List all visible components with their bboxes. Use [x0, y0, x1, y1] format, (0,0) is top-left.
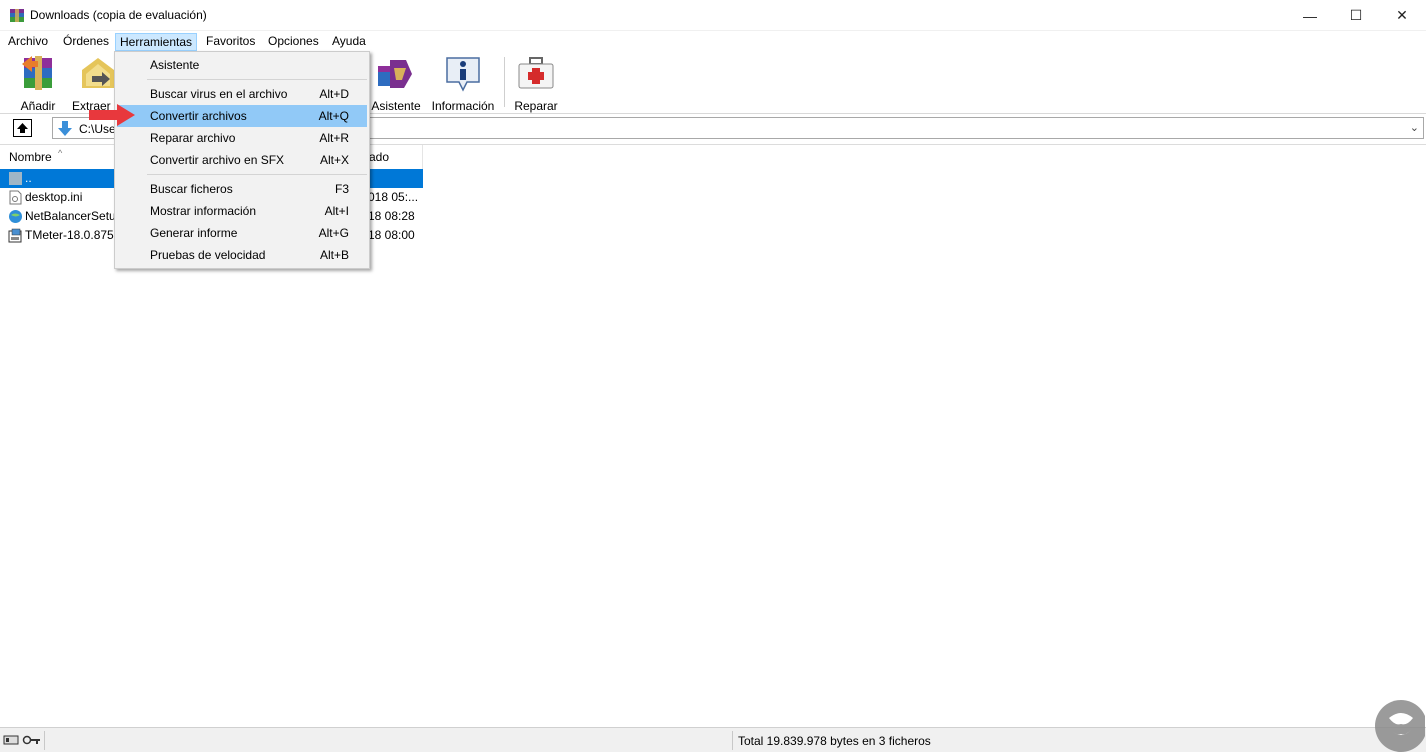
folder-up-icon — [9, 172, 22, 185]
wizard-button[interactable]: Asistente — [368, 54, 424, 113]
drive-key-icon — [3, 735, 40, 745]
tools-menu: Asistente Buscar virus en el archivo Alt… — [114, 51, 370, 269]
repair-button[interactable]: Reparar — [510, 54, 562, 113]
menu-item-asistente[interactable]: Asistente — [117, 54, 367, 76]
setup-globe-icon — [9, 210, 22, 223]
status-divider — [44, 731, 45, 750]
repair-icon — [518, 57, 554, 89]
menu-separator — [147, 79, 367, 80]
status-summary: Total 19.839.978 bytes en 3 ficheros — [738, 734, 931, 748]
menu-item-reparar-archivo[interactable]: Reparar archivo Alt+R — [117, 127, 367, 149]
menu-item-buscar-ficheros[interactable]: Buscar ficheros F3 — [117, 178, 367, 200]
watermark-logo-icon — [1375, 700, 1425, 752]
download-arrow-icon — [58, 121, 72, 136]
window-title: Downloads (copia de evaluación) — [30, 8, 207, 22]
info-icon — [446, 57, 480, 92]
menu-separator — [147, 174, 367, 175]
up-folder-button[interactable] — [13, 119, 32, 137]
chevron-down-icon[interactable]: ⌄ — [1410, 121, 1419, 134]
menu-item-mostrar-informacion[interactable]: Mostrar información Alt+I — [117, 200, 367, 222]
ini-file-icon — [9, 190, 22, 205]
wizard-icon — [378, 60, 412, 88]
menu-favoritos[interactable]: Favoritos — [202, 33, 259, 51]
winrar-app-icon[interactable] — [9, 8, 25, 24]
menu-herramientas[interactable]: Herramientas — [115, 33, 198, 51]
annotation-arrow-icon — [89, 104, 135, 126]
repair-label: Reparar — [514, 99, 558, 113]
info-button[interactable]: Información — [428, 54, 498, 113]
menu-ordenes[interactable]: Órdenes — [59, 33, 113, 51]
menu-item-convertir-archivos[interactable]: Convertir archivos Alt+Q — [117, 105, 367, 127]
installer-icon — [8, 228, 22, 243]
title-bar: Downloads (copia de evaluación) — ☐ ✕ — [0, 0, 1426, 31]
menu-archivo[interactable]: Archivo — [4, 33, 52, 51]
maximize-button[interactable]: ☐ — [1333, 0, 1379, 31]
status-divider — [732, 731, 733, 750]
info-label: Información — [431, 99, 495, 113]
wizard-label: Asistente — [371, 99, 421, 113]
menu-item-buscar-virus[interactable]: Buscar virus en el archivo Alt+D — [117, 83, 367, 105]
add-button[interactable]: Añadir — [10, 54, 66, 113]
menu-bar: Archivo Órdenes Herramientas Favoritos O… — [0, 31, 1426, 51]
toolbar-separator — [504, 57, 505, 107]
menu-item-generar-informe[interactable]: Generar informe Alt+G — [117, 222, 367, 244]
menu-opciones[interactable]: Opciones — [264, 33, 323, 51]
menu-item-pruebas-velocidad[interactable]: Pruebas de velocidad Alt+B — [117, 244, 367, 266]
add-label: Añadir — [20, 99, 56, 113]
extract-icon — [82, 58, 114, 88]
menu-item-convertir-sfx[interactable]: Convertir archivo en SFX Alt+X — [117, 149, 367, 171]
minimize-button[interactable]: — — [1287, 0, 1333, 31]
menu-ayuda[interactable]: Ayuda — [328, 33, 370, 51]
up-arrow-icon — [17, 123, 28, 133]
close-button[interactable]: ✕ — [1379, 0, 1425, 31]
sort-ascending-icon: ^ — [58, 148, 63, 158]
status-bar: Total 19.839.978 bytes en 3 ficheros — [0, 727, 1426, 752]
column-header-name[interactable]: ^ Nombre — [0, 145, 120, 169]
add-archive-icon — [22, 56, 52, 90]
